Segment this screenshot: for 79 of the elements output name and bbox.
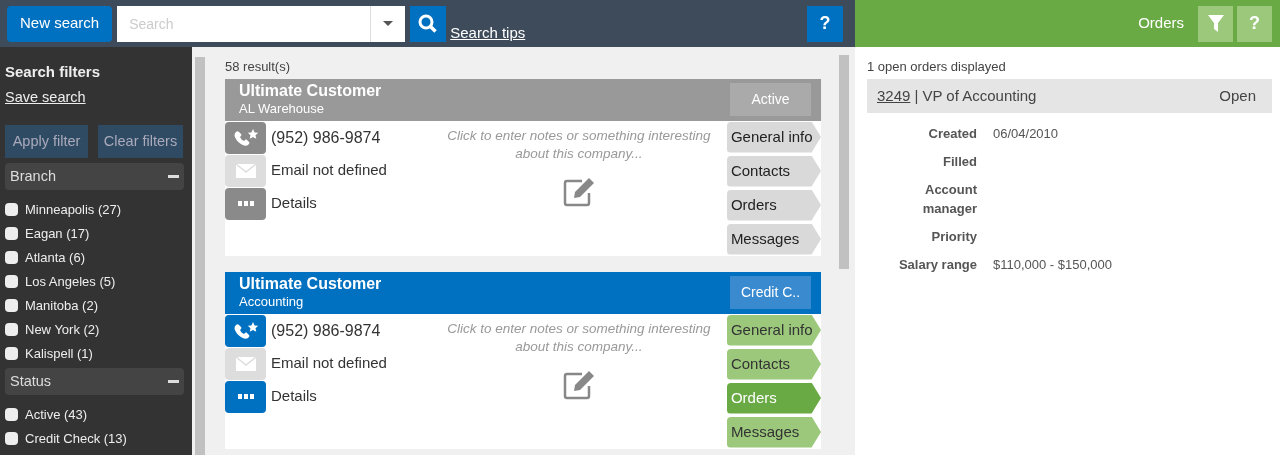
customer-subtitle: AL Warehouse: [239, 101, 326, 118]
help-button[interactable]: ?: [807, 5, 843, 42]
filter-icon: [1207, 15, 1224, 32]
filter-label: Los Angeles (5): [25, 272, 116, 291]
orders-title: Orders: [1138, 13, 1184, 34]
filter-label: New York (2): [25, 320, 100, 339]
result-count: 58 result(s): [225, 58, 292, 76]
dropdown-button[interactable]: [370, 5, 406, 42]
order-status: Open: [1219, 85, 1256, 106]
filter-checkbox[interactable]: [5, 407, 18, 421]
card-tab[interactable]: General info: [726, 314, 821, 346]
edit-icon[interactable]: [561, 369, 596, 400]
customer-name: Ultimate Customer: [239, 274, 382, 295]
email-text: Email not defined: [271, 160, 387, 181]
contact-button[interactable]: [225, 187, 266, 220]
new-search-button[interactable]: New search: [7, 5, 113, 42]
details-link[interactable]: Details: [271, 192, 317, 215]
filter-label: Atlanta (6): [25, 248, 85, 267]
filter-group-header[interactable]: Status: [5, 368, 184, 396]
filter-checkbox[interactable]: [5, 346, 18, 360]
card-tab[interactable]: Orders: [726, 189, 821, 221]
filter-checkbox[interactable]: [5, 322, 18, 336]
order-row[interactable]: 3249 | VP of Accounting Open: [867, 79, 1272, 113]
card-tab[interactable]: Contacts: [726, 155, 821, 187]
dots-icon: [237, 393, 254, 400]
filter-group-title: Status: [10, 371, 52, 391]
orders-summary: 1 open orders displayed: [867, 59, 1006, 74]
field-value: $110,000 - $150,000: [993, 256, 1114, 274]
field-label: Created: [927, 125, 977, 143]
filter-label: Eagan (17): [25, 224, 90, 243]
dots-icon: [237, 200, 254, 207]
edit-icon[interactable]: [561, 176, 596, 207]
customer-subtitle: Accounting: [239, 294, 305, 311]
field-label: Filled: [942, 153, 977, 171]
field-label: Account manager: [921, 181, 977, 218]
phone-number: (952) 986-9874: [271, 320, 381, 341]
scrollbar-thumb[interactable]: [195, 57, 205, 455]
filter-checkbox[interactable]: [5, 431, 18, 445]
filter-checkbox[interactable]: [5, 250, 18, 264]
phone-number: (952) 986-9874: [271, 127, 381, 148]
search-icon: [418, 13, 439, 34]
filter-checkbox[interactable]: [5, 274, 18, 288]
filter-checkbox[interactable]: [5, 298, 18, 312]
customer-name: Ultimate Customer: [239, 81, 382, 102]
card-tab[interactable]: Messages: [726, 223, 821, 255]
save-search-link[interactable]: Save search: [5, 86, 184, 109]
details-link[interactable]: Details: [271, 385, 317, 408]
search-tips-link[interactable]: Search tips: [450, 21, 526, 44]
email-text: Email not defined: [271, 353, 387, 374]
clear-filters-button[interactable]: Clear filters: [98, 125, 183, 159]
field-label: Salary range: [897, 256, 977, 274]
scrollbar-thumb[interactable]: [839, 55, 849, 269]
status-button[interactable]: Credit C..: [730, 276, 811, 309]
envelope-icon: [234, 355, 257, 372]
filter-checkbox[interactable]: [5, 202, 18, 216]
filter-label: Minneapolis (27): [25, 200, 122, 219]
filter-group-title: Branch: [10, 166, 56, 186]
order-number-link[interactable]: 3249: [877, 84, 911, 108]
filter-label: Manitoba (2): [25, 296, 98, 315]
field-value: 06/04/2010: [993, 125, 1060, 143]
filter-label: Active (43): [25, 405, 88, 424]
filter-checkbox[interactable]: [5, 226, 18, 240]
filter-label: Credit Check (13): [25, 429, 127, 448]
envelope-icon: [234, 162, 257, 179]
search-button[interactable]: [410, 5, 447, 42]
contact-button[interactable]: [225, 121, 266, 154]
contact-button[interactable]: [225, 314, 266, 347]
order-title: | VP of Accounting: [914, 85, 1037, 106]
filter-group-header[interactable]: Branch: [5, 163, 184, 191]
card-tab[interactable]: Messages: [726, 416, 821, 448]
card-tab[interactable]: General info: [726, 121, 821, 153]
filter-button[interactable]: [1198, 5, 1233, 42]
field-label: Priority: [930, 228, 977, 246]
contact-button[interactable]: [225, 380, 266, 413]
filter-label: Kalispell (1): [25, 344, 93, 363]
apply-filter-button[interactable]: Apply filter: [5, 125, 88, 159]
sidebar-title: Search filters: [5, 62, 102, 82]
caret-icon: [383, 21, 394, 26]
card-tab[interactable]: Contacts: [726, 348, 821, 380]
